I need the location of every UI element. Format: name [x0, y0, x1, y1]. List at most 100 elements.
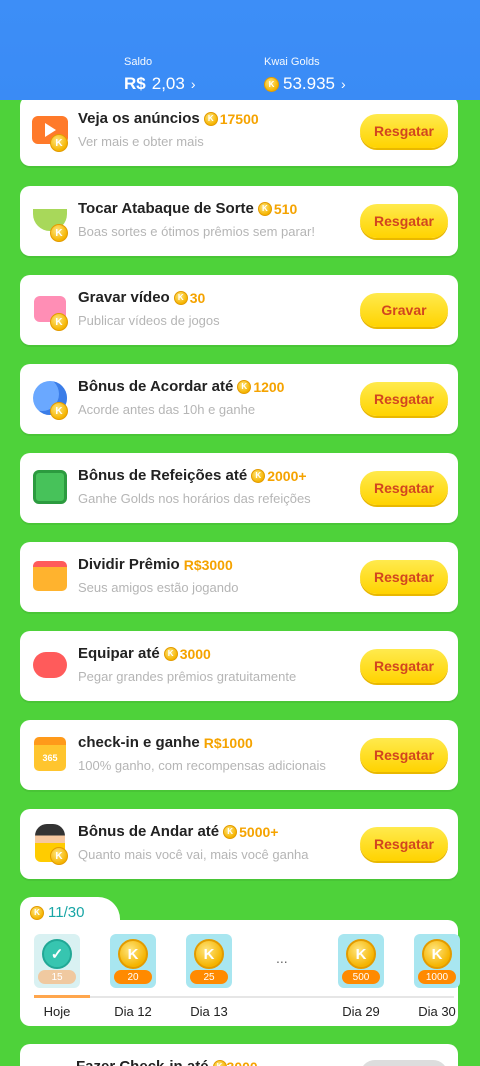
checkin-day-today[interactable]: ✓ 15 — [34, 934, 80, 988]
task-reward: 3000 — [227, 1059, 258, 1066]
task-card-anuncios: K Veja os anúncios K 17500 Ver mais e obte… — [20, 96, 458, 166]
checkin-day[interactable]: K 20 — [110, 934, 156, 988]
walker-icon: K — [28, 821, 72, 865]
partial-button[interactable] — [360, 1060, 448, 1066]
task-title: Gravar vídeo — [78, 289, 170, 306]
checkin-day[interactable]: K 1000 — [414, 934, 460, 988]
kwai-coin-icon: K — [251, 468, 266, 483]
day-amount: 25 — [190, 970, 228, 984]
kwai-coin-icon: K — [30, 905, 44, 920]
day-amount: 1000 — [418, 970, 456, 984]
task-subtitle: Pegar grandes prêmios gratuitamente — [78, 669, 297, 684]
resgatar-button[interactable]: Resgatar — [360, 649, 448, 683]
resgatar-button[interactable]: Resgatar — [360, 560, 448, 594]
task-title: Veja os anúncios — [78, 110, 200, 127]
gravar-button[interactable]: Gravar — [360, 293, 448, 327]
kwai-coin-icon: K — [264, 76, 279, 92]
task-card-acordar: K Bônus de Acordar até K 1200 Acorde antes… — [20, 364, 458, 434]
kwai-coin-icon: K — [237, 379, 252, 394]
kwai-coin-icon: K — [163, 646, 178, 661]
saldo-value: 2,03 — [151, 74, 185, 93]
checkin-count: K 11/30 — [30, 904, 84, 921]
task-title: Equipar até — [78, 645, 160, 662]
giftbox-icon — [28, 554, 72, 598]
task-card-refeicoes: Bônus de Refeições até K 2000+ Ganhe Golds… — [20, 453, 458, 523]
saldo-block[interactable]: Saldo R$ 2,03 › — [124, 56, 196, 94]
calendar-icon: 365 — [28, 732, 72, 776]
task-title: Bônus de Refeições até — [78, 467, 248, 484]
checkin-progress-fill — [34, 995, 90, 998]
resgatar-button[interactable]: Resgatar — [360, 738, 448, 772]
task-subtitle: Quanto mais você vai, mais você ganha — [78, 847, 309, 862]
resgatar-button[interactable]: Resgatar — [360, 382, 448, 416]
day-label: Dia 13 — [190, 1004, 228, 1019]
task-reward: 5000+ — [239, 823, 279, 840]
task-subtitle: 100% ganho, com recompensas adicionais — [78, 758, 326, 773]
saldo-label: Saldo — [124, 56, 153, 68]
resgatar-button[interactable]: Resgatar — [360, 827, 448, 861]
checkin-progress-track — [34, 996, 454, 998]
task-reward: R$1000 — [203, 734, 253, 751]
golds-value: 53.935 — [283, 74, 335, 93]
task-reward: 1200 — [253, 378, 285, 395]
task-title: Tocar Atabaque de Sorte — [78, 200, 254, 217]
kwai-coin-icon: K — [118, 939, 148, 969]
task-reward: 30 — [189, 289, 206, 306]
resgatar-button[interactable]: Resgatar — [360, 114, 448, 148]
task-subtitle: Ver mais e obter mais — [78, 134, 204, 149]
task-subtitle: Ganhe Golds nos horários das refeições — [78, 491, 311, 506]
golds-label: Kwai Golds — [264, 56, 320, 68]
task-subtitle: Boas sortes e ótimos prêmios sem parar! — [78, 224, 315, 239]
kwai-coin-icon: K — [203, 111, 218, 126]
task-card-checkin: 365 check-in e ganhe R$1000 100% ganho, c… — [20, 720, 458, 790]
task-card-andar: K Bônus de Andar até K 5000+ Quanto mais v… — [20, 809, 458, 879]
day-amount: 20 — [114, 970, 152, 984]
day-label: Hoje — [43, 1004, 71, 1019]
task-subtitle: Publicar vídeos de jogos — [78, 313, 220, 328]
task-reward: 510 — [273, 200, 298, 217]
task-card-equipar: Equipar até K 3000 Pegar grandes prêmios g… — [20, 631, 458, 701]
task-card-dividir-premio: Dividir Prêmio R$3000 Seus amigos estão j… — [20, 542, 458, 612]
task-subtitle: Seus amigos estão jogando — [78, 580, 239, 595]
kwai-coin-icon: K — [223, 824, 238, 839]
kwai-coin-icon: K — [212, 1059, 227, 1066]
task-title: Dividir Prêmio — [78, 556, 180, 573]
task-reward: 2000+ — [267, 467, 307, 484]
chevron-right-icon: › — [341, 76, 346, 92]
day-amount: 500 — [342, 970, 380, 984]
task-title: Fazer Check-in até — [76, 1058, 209, 1066]
check-icon: ✓ — [42, 939, 72, 969]
day-amount: 15 — [38, 970, 76, 984]
resgatar-button[interactable]: Resgatar — [360, 204, 448, 238]
kwai-coin-icon: K — [257, 201, 272, 216]
day-label: Dia 29 — [342, 1004, 380, 1019]
task-card-atabaque: K Tocar Atabaque de Sorte K 510 Boas sorte… — [20, 186, 458, 256]
glove-icon — [28, 643, 72, 687]
checkin-count-value: 11/30 — [48, 904, 85, 921]
moon-icon: K — [28, 376, 72, 420]
task-card-gravar-video: K Gravar vídeo K 30 Publicar vídeos de jog… — [20, 275, 458, 345]
resgatar-button[interactable]: Resgatar — [360, 471, 448, 505]
day-label: Dia 30 — [418, 1004, 456, 1019]
kwai-coin-icon: K — [422, 939, 452, 969]
chevron-right-icon: › — [190, 76, 196, 92]
task-reward: 3000 — [179, 645, 211, 662]
task-title: check-in e ganhe — [78, 734, 200, 751]
header: Saldo R$ 2,03 › Kwai Golds K 53.935 › — [0, 0, 480, 100]
golds-block[interactable]: Kwai Golds K 53.935 › — [264, 56, 346, 94]
ellipsis: ... — [276, 950, 288, 966]
video-icon: K — [28, 287, 72, 331]
day-label: Dia 12 — [114, 1004, 152, 1019]
task-card-partial: Fazer Check-in atéK3000 — [20, 1044, 458, 1066]
task-subtitle: Acorde antes das 10h e ganhe — [78, 402, 256, 417]
task-title: Bônus de Acordar até — [78, 378, 234, 395]
task-reward: R$3000 — [183, 556, 233, 573]
meal-icon — [28, 465, 72, 509]
drum-icon: K — [28, 198, 72, 242]
checkin-day[interactable]: K 500 — [338, 934, 384, 988]
task-title: Bônus de Andar até — [78, 823, 220, 840]
tv-icon: K — [28, 108, 72, 152]
task-reward: 17500 — [219, 110, 259, 127]
kwai-coin-icon: K — [173, 290, 188, 305]
checkin-day[interactable]: K 25 — [186, 934, 232, 988]
